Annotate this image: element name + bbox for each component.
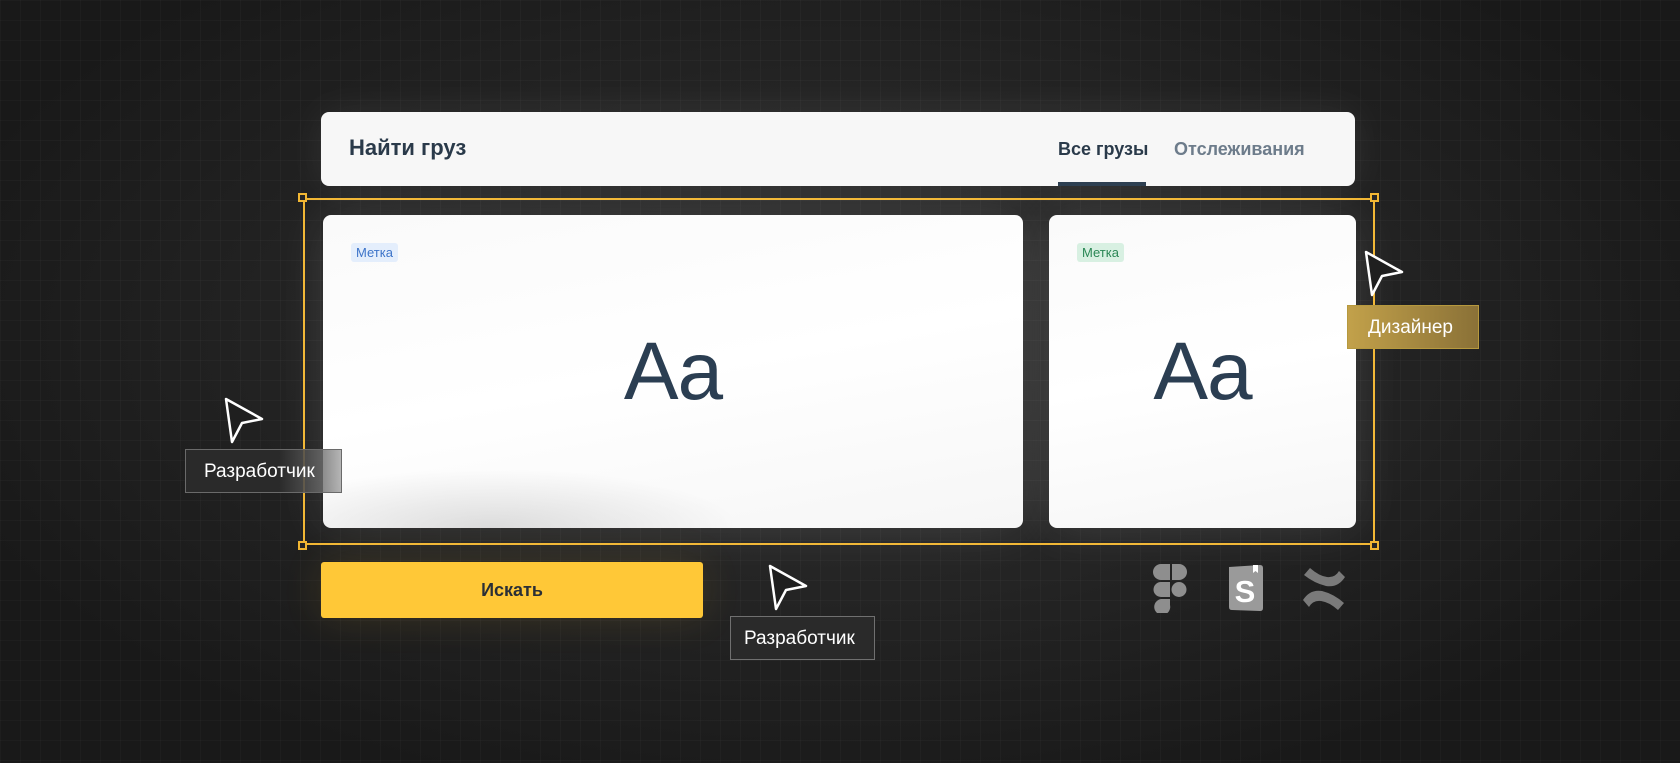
storybook-icon: S <box>1229 565 1263 611</box>
tag-badge: Метка <box>1077 243 1124 262</box>
cursor-label-designer: Дизайнер <box>1347 305 1479 349</box>
content-card-small[interactable]: Метка Aa <box>1049 215 1356 528</box>
cursor-arrow-icon <box>224 397 264 444</box>
tab-tracking[interactable]: Отслеживания <box>1174 139 1305 160</box>
font-sample: Aa <box>1153 326 1252 417</box>
svg-text:S: S <box>1235 574 1256 609</box>
cursor-label-developer: Разработчик <box>185 449 342 493</box>
search-button[interactable]: Искать <box>321 562 703 618</box>
content-card-large[interactable]: Метка Aa <box>323 215 1023 528</box>
selection-handle-top-left[interactable] <box>298 193 307 202</box>
header-card: Найти груз Все грузы Отслеживания <box>321 112 1355 186</box>
active-tab-indicator <box>1058 182 1146 186</box>
tab-all-cargo[interactable]: Все грузы <box>1058 139 1148 160</box>
confluence-icon <box>1303 568 1345 610</box>
font-sample: Aa <box>623 326 723 417</box>
cursor-arrow-icon <box>768 564 808 611</box>
cursor-label-developer: Разработчик <box>730 616 875 660</box>
figma-icon <box>1153 564 1187 613</box>
selection-handle-top-right[interactable] <box>1370 193 1379 202</box>
selection-handle-bottom-right[interactable] <box>1370 541 1379 550</box>
page-title: Найти груз <box>349 135 467 160</box>
cursor-arrow-icon <box>1364 250 1404 297</box>
tag-badge: Метка <box>351 243 398 262</box>
selection-handle-bottom-left[interactable] <box>298 541 307 550</box>
